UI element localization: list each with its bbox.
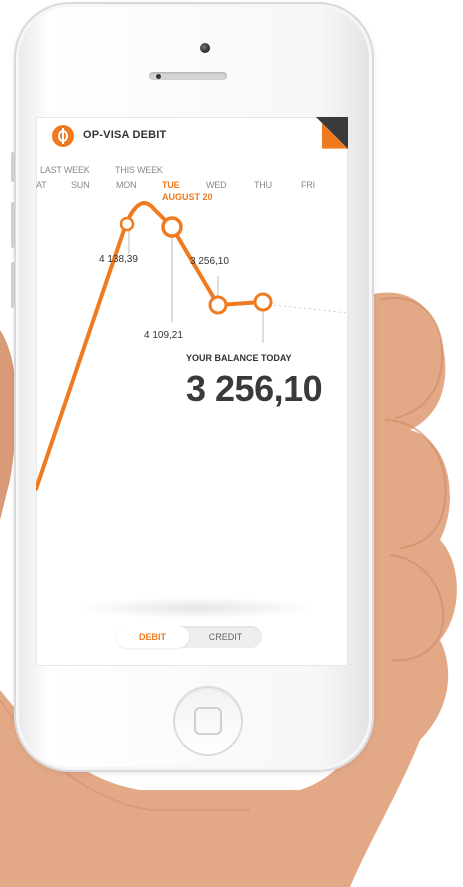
point-label-2: 4 109,21 bbox=[144, 330, 183, 341]
balance-label: YOUR BALANCE TODAY bbox=[186, 353, 292, 363]
point-wed[interactable] bbox=[208, 295, 228, 315]
point-label-1: 4 138,39 bbox=[99, 254, 138, 265]
credit-tab[interactable]: CREDIT bbox=[189, 626, 262, 648]
volume-up-button bbox=[11, 202, 15, 248]
point-tue[interactable] bbox=[161, 216, 183, 238]
balance-line bbox=[36, 201, 265, 491]
projection-line bbox=[273, 304, 348, 314]
volume-down-button bbox=[11, 262, 15, 308]
mute-switch bbox=[11, 152, 15, 182]
balance-value: 3 256,10 bbox=[186, 368, 323, 409]
point-thu[interactable] bbox=[253, 292, 273, 312]
point-label-3: 3 256,10 bbox=[190, 256, 229, 267]
app-screen: OP-VISA DEBIT LAST WEEK THIS WEEK AT SUN… bbox=[36, 117, 348, 666]
debit-credit-toggle: DEBIT CREDIT bbox=[116, 626, 262, 648]
floor-shadow bbox=[76, 597, 316, 619]
debit-tab[interactable]: DEBIT bbox=[116, 626, 189, 648]
home-square-icon bbox=[194, 707, 222, 735]
front-camera-icon bbox=[200, 43, 210, 53]
point-mon[interactable] bbox=[119, 216, 135, 232]
sensor-dot bbox=[156, 74, 161, 79]
home-button[interactable] bbox=[173, 686, 243, 756]
